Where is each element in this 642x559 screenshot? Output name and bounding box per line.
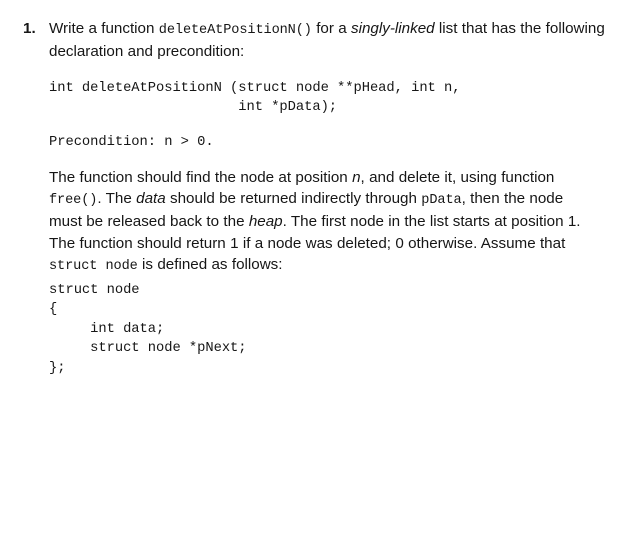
- desc-text-7: is defined as follows:: [137, 255, 283, 273]
- desc-text-3: . The: [97, 190, 137, 208]
- precondition-code-text: Precondition: n > 0.: [49, 135, 214, 150]
- desc-text-1: The function should find the node at pos…: [49, 169, 353, 186]
- list-number: 1.: [23, 20, 36, 37]
- inline-code-free: free(): [49, 193, 98, 209]
- question-body: Write a function deleteAtPositionN() for…: [49, 18, 616, 62]
- description-paragraph: The function should find the node at pos…: [49, 167, 591, 277]
- desc-text-4: should be returned indirectly through: [165, 190, 422, 208]
- document-page: 1. Write a function deleteAtPositionN() …: [0, 0, 642, 559]
- emphasis-heap: heap: [248, 213, 283, 231]
- emphasis-singly-linked: singly-linked: [351, 20, 435, 37]
- clipped-header-line: [0, 0, 642, 7]
- intro-text-part-2: for a: [311, 20, 352, 37]
- declaration-code-text: int deleteAtPositionN (struct node **pHe…: [49, 81, 461, 116]
- struct-definition-code-text: struct node { int data; struct node *pNe…: [49, 283, 247, 376]
- desc-text-2: , and delete it, using function: [360, 169, 555, 186]
- intro-text-part-1: Write a function: [49, 20, 159, 37]
- description-block: The function should find the node at pos…: [49, 167, 591, 277]
- emphasis-n: n: [352, 169, 361, 186]
- inline-code-function-name: deleteAtPositionN(): [158, 23, 312, 38]
- precondition-code-block: Precondition: n > 0.: [49, 133, 214, 152]
- question-item-1: 1. Write a function deleteAtPositionN() …: [23, 18, 623, 62]
- question-intro-paragraph: Write a function deleteAtPositionN() for…: [49, 18, 616, 62]
- inline-code-pdata: pData: [421, 193, 462, 209]
- emphasis-data: data: [136, 190, 166, 208]
- declaration-code-block: int deleteAtPositionN (struct node **pHe…: [49, 79, 461, 118]
- inline-code-struct-node: struct node: [49, 258, 138, 274]
- struct-definition-code-block: struct node { int data; struct node *pNe…: [49, 281, 247, 378]
